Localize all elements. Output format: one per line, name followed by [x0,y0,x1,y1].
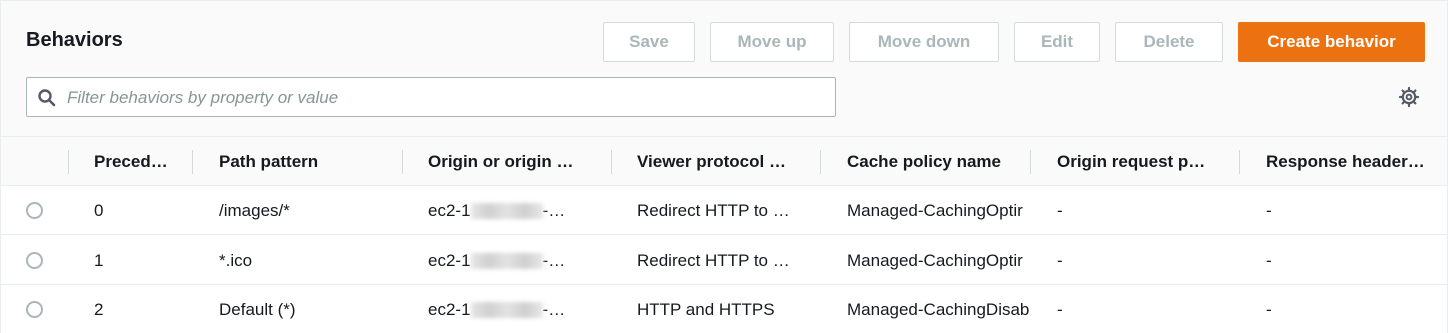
column-header-cache-policy[interactable]: Cache policy name [847,137,1001,186]
row-select-radio[interactable] [26,252,43,269]
origin-suffix: -… [542,299,566,319]
cell-cache-policy: Managed-CachingOptir [847,200,1023,220]
cell-origin: ec2-1 -… [428,186,603,235]
redacted-text [470,301,543,318]
search-input[interactable]: Filter behaviors by property or value [26,77,836,117]
origin-suffix: -… [542,200,566,220]
column-divider[interactable] [1239,150,1240,174]
delete-button[interactable]: Delete [1115,22,1223,62]
save-button[interactable]: Save [603,22,695,62]
redacted-text [470,202,543,219]
column-divider[interactable] [68,150,69,174]
column-divider[interactable] [820,150,821,174]
column-divider[interactable] [192,150,193,174]
cell-precedence: 0 [94,200,104,220]
row-select-radio[interactable] [26,301,43,318]
row-select-radio[interactable] [26,202,43,219]
table-row[interactable]: 2 Default (*) ec2-1 -… HTTP and HTTPS Man… [1,285,1447,333]
cell-precedence: 2 [94,299,104,319]
behaviors-panel: Behaviors Save Move up Move down Edit De… [0,0,1448,333]
column-divider[interactable] [1030,150,1031,174]
cell-origin: ec2-1 -… [428,236,603,285]
column-header-precedence[interactable]: Preced… [94,137,168,186]
cell-origin-request: - [1057,250,1063,270]
edit-button[interactable]: Edit [1014,22,1100,62]
column-header-path-pattern[interactable]: Path pattern [219,137,318,186]
gear-icon[interactable] [1398,86,1420,108]
origin-prefix: ec2-1 [428,250,471,270]
cell-path-pattern: Default (*) [219,299,296,319]
table-row[interactable]: 1 *.ico ec2-1 -… Redirect HTTP to … Manag… [1,236,1447,285]
cell-viewer-protocol: HTTP and HTTPS [637,299,775,319]
origin-suffix: -… [542,250,566,270]
cell-path-pattern: /images/* [219,200,290,220]
table-header: Preced… Path pattern Origin or origin … … [1,137,1447,186]
cell-cache-policy: Managed-CachingOptir [847,250,1023,270]
search-icon [37,88,57,108]
cell-path-pattern: *.ico [219,250,253,270]
cell-origin: ec2-1 -… [428,285,603,333]
cell-origin-request: - [1057,299,1063,319]
cell-response-headers: - [1266,200,1272,220]
move-down-button[interactable]: Move down [849,22,999,62]
cell-response-headers: - [1266,299,1272,319]
cell-viewer-protocol: Redirect HTTP to … [637,200,790,220]
cell-cache-policy: Managed-CachingDisab [847,299,1030,319]
cell-precedence: 1 [94,250,104,270]
create-behavior-button[interactable]: Create behavior [1238,22,1425,62]
column-header-origin[interactable]: Origin or origin … [428,137,573,186]
cell-origin-request: - [1057,200,1063,220]
origin-prefix: ec2-1 [428,200,471,220]
table-row[interactable]: 0 /images/* ec2-1 -… Redirect HTTP to … M… [1,186,1447,235]
redacted-text [470,252,543,269]
column-header-response-headers[interactable]: Response header… [1266,137,1425,186]
column-header-viewer-protocol[interactable]: Viewer protocol … [637,137,786,186]
move-up-button[interactable]: Move up [710,22,834,62]
cell-viewer-protocol: Redirect HTTP to … [637,250,790,270]
cell-response-headers: - [1266,250,1272,270]
search-placeholder: Filter behaviors by property or value [67,88,339,107]
column-divider[interactable] [402,150,403,174]
column-header-origin-request[interactable]: Origin request p… [1057,137,1205,186]
origin-prefix: ec2-1 [428,299,471,319]
panel-header: Behaviors Save Move up Move down Edit De… [1,1,1447,137]
column-divider[interactable] [611,150,612,174]
page-title: Behaviors [26,29,123,51]
